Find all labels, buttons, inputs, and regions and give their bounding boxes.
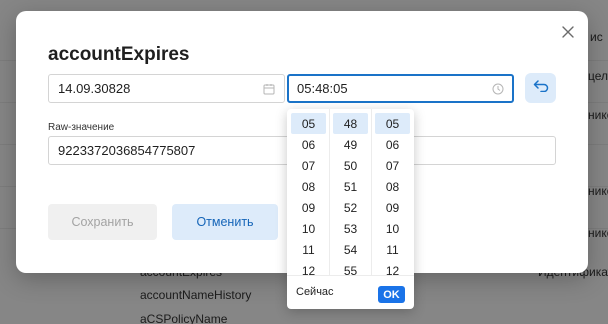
undo-arrow-icon (533, 79, 549, 97)
minute-option[interactable]: 48 (333, 113, 368, 134)
calendar-icon[interactable] (263, 83, 275, 95)
ok-button[interactable]: OK (378, 286, 405, 303)
close-icon[interactable] (560, 24, 576, 40)
minute-option[interactable]: 53 (333, 218, 368, 239)
hour-option[interactable]: 05 (291, 113, 326, 134)
time-input[interactable]: 05:48:05 (287, 74, 514, 103)
minute-option[interactable]: 54 (333, 239, 368, 260)
second-option[interactable]: 11 (375, 239, 410, 260)
time-value: 05:48:05 (297, 81, 348, 96)
reset-value-button[interactable] (525, 73, 556, 103)
second-option[interactable]: 08 (375, 176, 410, 197)
hour-option[interactable]: 10 (291, 218, 326, 239)
save-button[interactable]: Сохранить (48, 204, 157, 240)
column-divider (371, 109, 372, 275)
time-picker-dropdown: 05 06 07 08 09 10 11 12 48 49 50 51 52 5… (287, 109, 414, 309)
now-link[interactable]: Сейчас (296, 286, 334, 298)
minute-column[interactable]: 48 49 50 51 52 53 54 55 (333, 113, 368, 281)
second-option[interactable]: 06 (375, 134, 410, 155)
second-option[interactable]: 05 (375, 113, 410, 134)
cancel-button[interactable]: Отменить (172, 204, 278, 240)
clock-icon[interactable] (492, 83, 504, 95)
column-divider (329, 109, 330, 275)
hour-option[interactable]: 06 (291, 134, 326, 155)
date-input[interactable]: 14.09.30828 (48, 74, 285, 103)
hour-option[interactable]: 11 (291, 239, 326, 260)
second-option[interactable]: 10 (375, 218, 410, 239)
time-picker-footer: Сейчас OK (287, 275, 414, 309)
minute-option[interactable]: 49 (333, 134, 368, 155)
hour-option[interactable]: 07 (291, 155, 326, 176)
raw-value-label: Raw-значение (48, 122, 115, 133)
hour-option[interactable]: 08 (291, 176, 326, 197)
second-column[interactable]: 05 06 07 08 09 10 11 12 (375, 113, 410, 281)
second-option[interactable]: 07 (375, 155, 410, 176)
raw-value-text: 9223372036854775807 (58, 143, 196, 158)
dialog-title: accountExpires (48, 44, 190, 65)
hour-column[interactable]: 05 06 07 08 09 10 11 12 (291, 113, 326, 281)
minute-option[interactable]: 50 (333, 155, 368, 176)
second-option[interactable]: 09 (375, 197, 410, 218)
minute-option[interactable]: 52 (333, 197, 368, 218)
minute-option[interactable]: 51 (333, 176, 368, 197)
date-value: 14.09.30828 (58, 81, 131, 96)
hour-option[interactable]: 09 (291, 197, 326, 218)
